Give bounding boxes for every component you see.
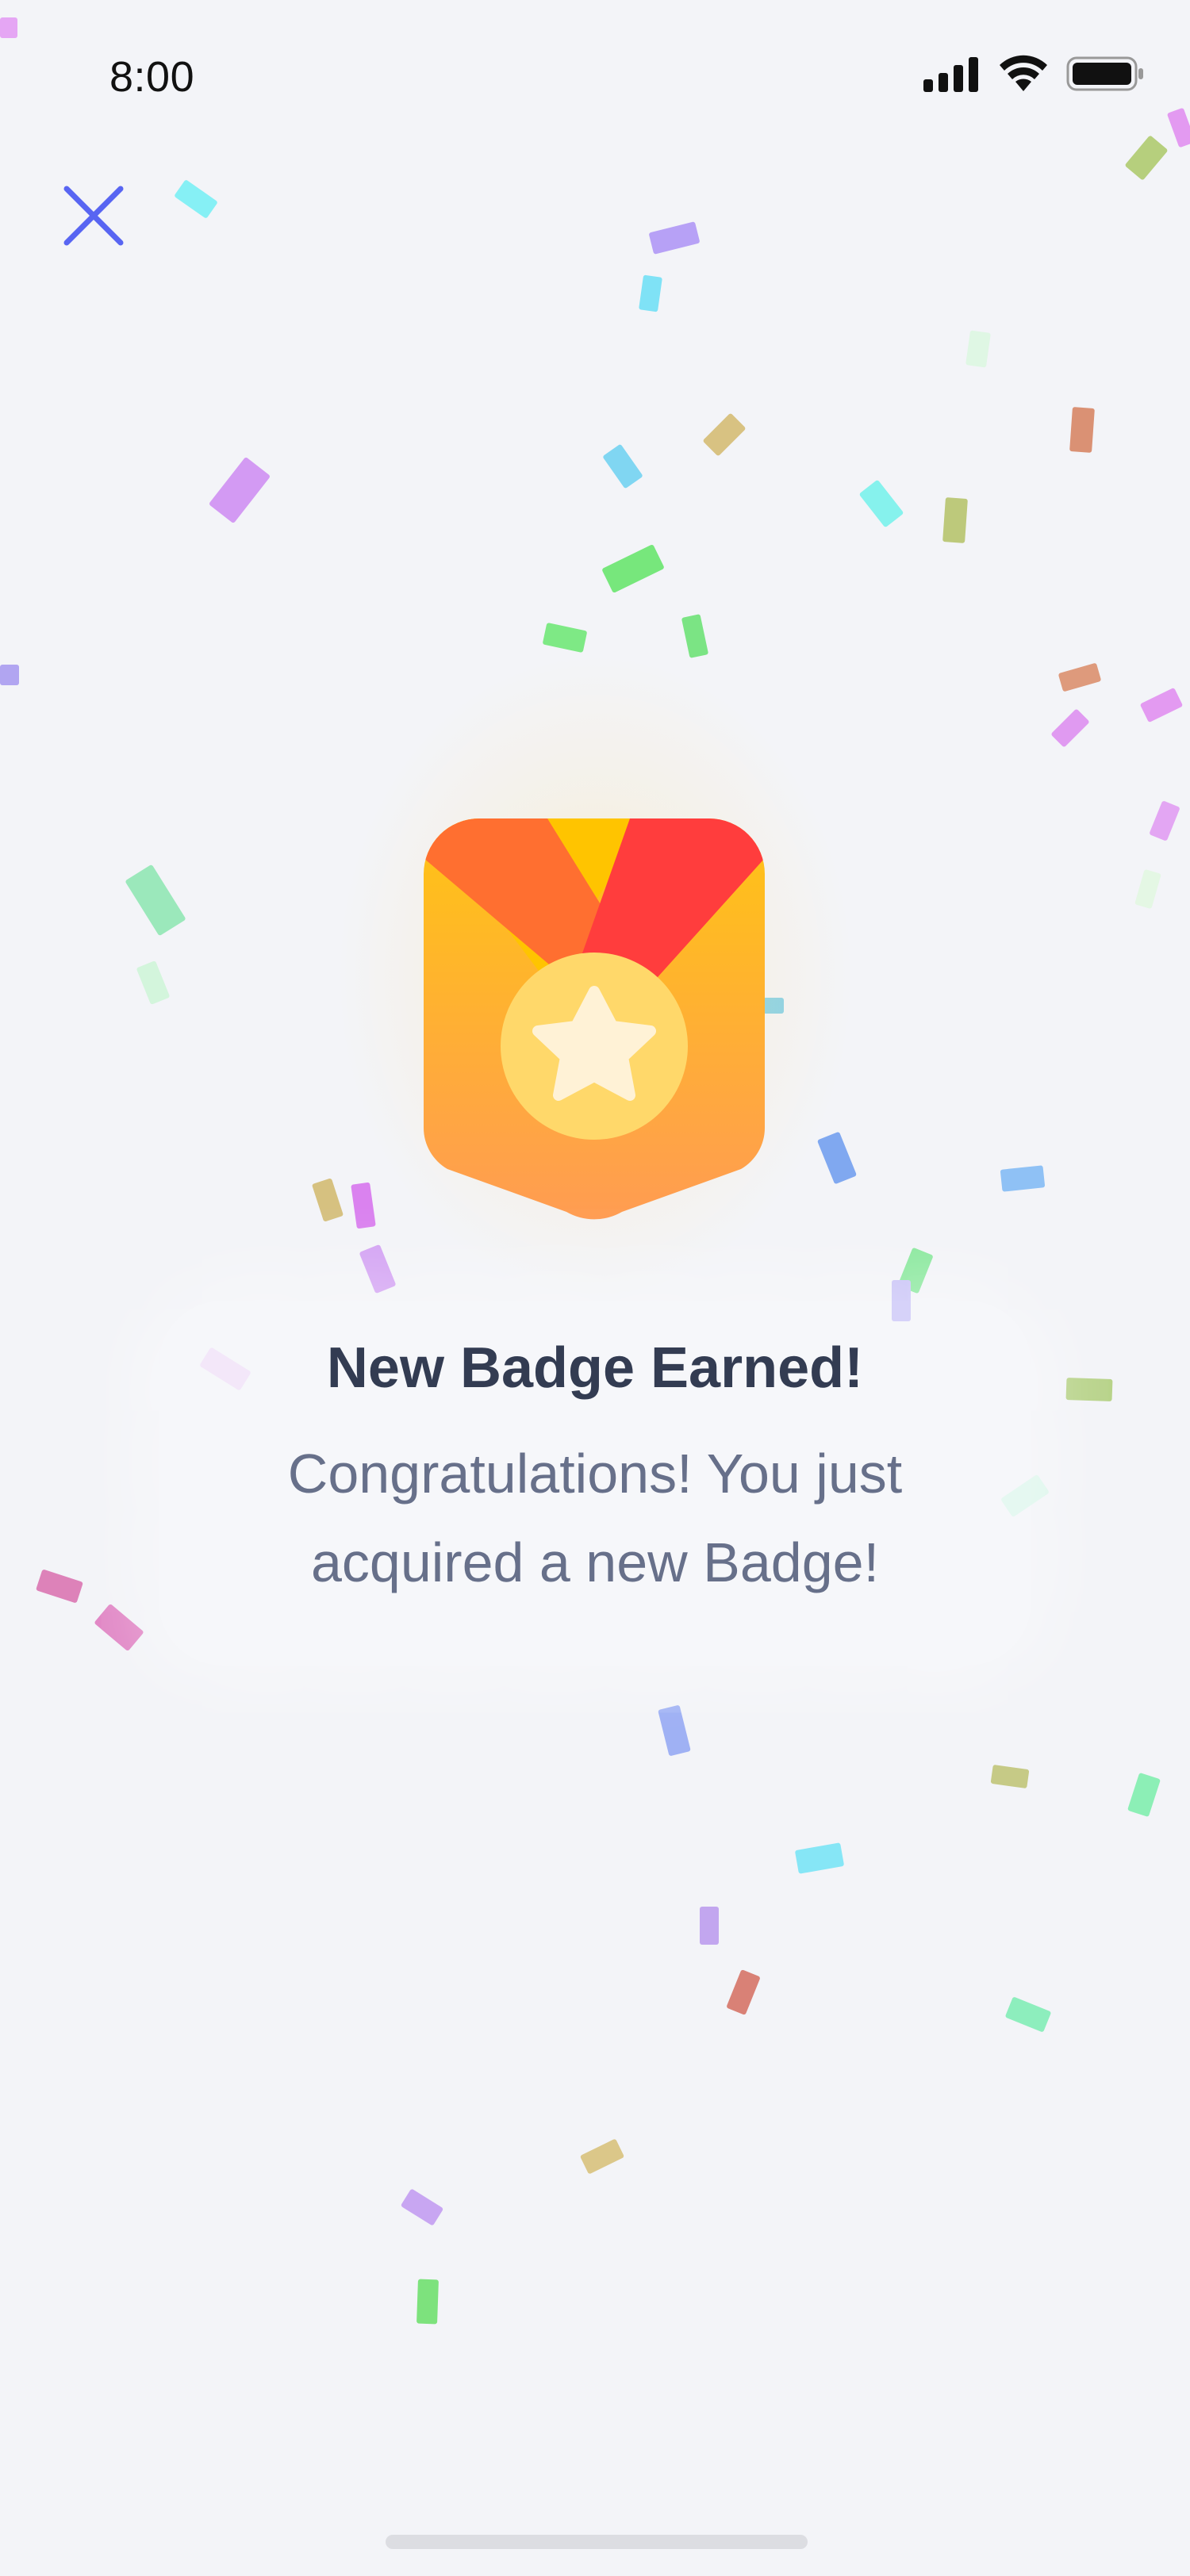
confetti-piece xyxy=(639,274,662,312)
confetti-piece xyxy=(1139,687,1184,723)
confetti-piece xyxy=(542,622,588,654)
confetti-piece xyxy=(648,221,701,255)
confetti-piece xyxy=(208,456,271,524)
confetti-piece xyxy=(700,1907,719,1945)
wifi-icon xyxy=(998,55,1049,93)
close-button[interactable] xyxy=(57,181,130,254)
medal-badge-icon xyxy=(424,818,765,1220)
confetti-piece xyxy=(400,2188,444,2226)
badge-earned-title: New Badge Earned! xyxy=(326,1336,864,1400)
confetti-piece xyxy=(965,330,991,368)
confetti-piece xyxy=(174,179,218,219)
home-indicator[interactable] xyxy=(386,2535,808,2549)
confetti-piece xyxy=(1149,800,1180,841)
confetti-piece xyxy=(359,1244,397,1294)
confetti-piece xyxy=(94,1603,144,1652)
badge-earned-screen: 8:00 New Badge Earned! Congratulations! … xyxy=(0,0,1190,2576)
confetti-piece xyxy=(125,864,186,937)
confetti-piece xyxy=(0,665,19,685)
confetti-piece xyxy=(602,443,643,489)
status-time: 8:00 xyxy=(109,53,195,101)
battery-icon xyxy=(1066,55,1146,93)
confetti-piece xyxy=(1058,662,1102,692)
confetti-piece xyxy=(1000,1165,1046,1192)
cellular-signal-icon xyxy=(923,56,981,92)
confetti-piece xyxy=(416,2279,439,2325)
confetti-piece xyxy=(990,1764,1030,1789)
subtitle-line-2: acquired a new Badge! xyxy=(310,1531,880,1593)
confetti-piece xyxy=(1134,868,1161,910)
confetti-piece xyxy=(858,479,904,528)
confetti-piece xyxy=(311,1178,344,1222)
confetti-piece xyxy=(1004,1996,1052,2033)
confetti-piece xyxy=(579,2138,625,2175)
subtitle-line-1: Congratulations! You just xyxy=(287,1443,903,1505)
confetti-piece xyxy=(35,1569,84,1604)
status-icons xyxy=(923,52,1146,95)
confetti-piece xyxy=(681,614,709,658)
confetti-piece xyxy=(601,543,665,594)
confetti-piece xyxy=(726,1969,761,2015)
close-icon xyxy=(62,184,125,251)
confetti-piece xyxy=(794,1842,845,1874)
confetti-piece xyxy=(1127,1772,1161,1818)
confetti-piece xyxy=(1050,708,1090,748)
confetti-piece xyxy=(897,1247,934,1294)
confetti-piece xyxy=(816,1131,858,1185)
status-bar: 8:00 xyxy=(0,0,1190,151)
confetti-piece xyxy=(658,1704,691,1757)
confetti-piece xyxy=(351,1182,376,1229)
badge-earned-subtitle: Congratulations! You just acquired a new… xyxy=(198,1429,992,1607)
confetti-piece xyxy=(942,497,968,543)
confetti-piece xyxy=(702,412,747,457)
confetti-piece xyxy=(136,960,171,1006)
confetti-piece xyxy=(1069,407,1095,453)
